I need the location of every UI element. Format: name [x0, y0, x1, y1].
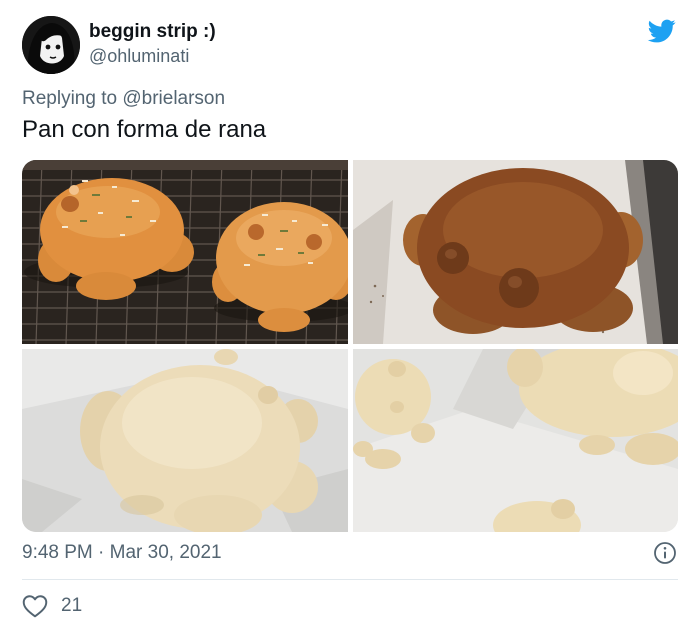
media-grid [22, 160, 678, 532]
photo-2[interactable] [353, 160, 678, 344]
avatar-illustration [22, 16, 80, 74]
author-display-name[interactable]: beggin strip :) [89, 21, 216, 43]
reply-mention-link[interactable]: @brielarson [122, 88, 225, 109]
like-count: 21 [61, 595, 83, 616]
heart-outline-icon[interactable] [22, 594, 48, 618]
twitter-bird-icon[interactable] [646, 17, 678, 45]
photo-1[interactable] [22, 160, 348, 344]
info-icon[interactable] [653, 541, 677, 565]
avatar[interactable] [22, 16, 80, 74]
photo-3-image [22, 349, 348, 532]
photo-1-image [22, 160, 348, 344]
photo-4[interactable] [353, 349, 678, 532]
author-handle[interactable]: @ohluminati [89, 46, 189, 67]
photo-2-image [353, 160, 678, 344]
divider [22, 579, 678, 580]
photo-4-image [353, 349, 678, 532]
tweet-timestamp[interactable]: 9:48 PM · Mar 30, 2021 [22, 542, 222, 564]
replying-to-line: Replying to @brielarson [22, 88, 225, 110]
replying-to-label: Replying to [22, 88, 123, 109]
tweet-text: Pan con forma de rana [22, 116, 267, 143]
photo-3[interactable] [22, 349, 348, 532]
